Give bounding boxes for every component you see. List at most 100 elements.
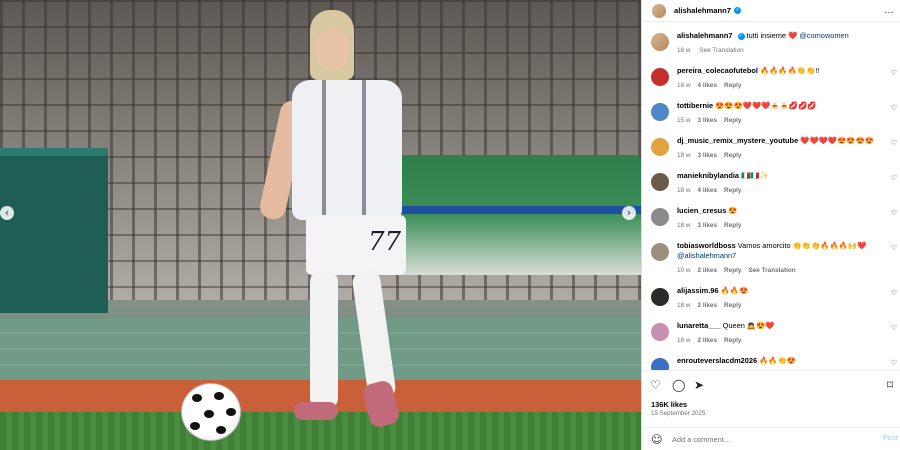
commenter-username[interactable]: tobiasworldboss <box>677 241 736 250</box>
comment-like-heart-icon[interactable]: ♡ <box>891 289 897 297</box>
commenter-username[interactable]: alijassim.96 <box>677 286 719 295</box>
see-translation-link[interactable]: See Translation <box>748 267 795 274</box>
comment-text: Queen 🙇😍❤️ <box>722 321 775 330</box>
comment-time: 18 w <box>677 222 691 229</box>
reply-button[interactable]: Reply <box>724 187 741 194</box>
comment-row: tobiasworldboss Vamos amorcito 👏👏👏🔥🔥🔥🙌❤️… <box>642 236 900 274</box>
comment-text: 🔥🔥👏😍 <box>759 356 796 365</box>
comment-row: manieknibylandia 🇮🇹🇮🇹✨ 18 w 4 likes Reply ♡ <box>642 166 900 201</box>
commenter-username[interactable]: lucien_cresus <box>677 206 726 215</box>
comment-row: dj_music_remix_mystere_youtube ❤️❤️❤️❤️😍… <box>642 131 900 166</box>
comment-like-heart-icon[interactable]: ♡ <box>891 244 897 252</box>
post-button[interactable]: Post <box>883 435 898 442</box>
commenter-avatar[interactable] <box>651 68 669 86</box>
comment-icon[interactable]: ◯ <box>672 378 685 392</box>
comment-text: Vamos amorcito 👏👏👏🔥🔥🔥🙌❤️ <box>737 241 867 250</box>
comment-likes[interactable]: 2 likes <box>698 267 718 274</box>
commenter-username[interactable]: pereira_colecaofutebol <box>677 66 758 75</box>
more-options-icon[interactable]: … <box>884 5 895 16</box>
comment-text: 😍 <box>728 206 738 215</box>
verified-icon: ✓ <box>733 7 741 14</box>
comment-row: tottibernie 😍😍😍❤️❤️❤️🍝🍝💋💋💋 15 w 3 likes Rep… <box>642 96 900 131</box>
comment-like-heart-icon[interactable]: ♡ <box>891 359 897 367</box>
caption-mention[interactable]: @comowomen <box>799 31 848 40</box>
caption-text: tutti insieme ❤️ <box>746 31 798 40</box>
reply-button[interactable]: Reply <box>724 82 741 89</box>
comment-time: 18 w <box>677 302 691 309</box>
comment-likes[interactable]: 3 likes <box>698 152 718 159</box>
caption-row: alishalehmann7 ✓ tutti insieme ❤️ @comow… <box>642 26 900 61</box>
comment-likes[interactable]: 3 likes <box>698 117 718 124</box>
comment-like-heart-icon[interactable]: ♡ <box>891 324 897 332</box>
commenter-avatar[interactable] <box>651 358 669 370</box>
commenter-avatar[interactable] <box>651 323 669 341</box>
comment-mention[interactable]: @alishalehmann7 <box>677 251 736 260</box>
reply-button[interactable]: Reply <box>724 337 741 344</box>
soccer-ball <box>181 383 241 441</box>
commenter-username[interactable]: manieknibylandia <box>677 171 739 180</box>
author-avatar[interactable] <box>651 33 669 51</box>
comment-likes[interactable]: 2 likes <box>698 337 718 344</box>
commenter-avatar[interactable] <box>651 243 669 261</box>
next-arrow-icon[interactable]: › <box>622 206 636 220</box>
emoji-icon[interactable]: ☺ <box>651 433 662 446</box>
commenter-avatar[interactable] <box>651 288 669 306</box>
commenter-avatar[interactable] <box>651 208 669 226</box>
commenter-avatar[interactable] <box>651 138 669 156</box>
reply-button[interactable]: Reply <box>724 152 741 159</box>
green-wall <box>0 148 108 313</box>
author-username[interactable]: alishalehmann7 <box>674 6 731 15</box>
comment-text: 😍😍😍❤️❤️❤️🍝🍝💋💋💋 <box>715 101 817 110</box>
add-comment-bar: ☺ Add a comment… Post <box>642 427 900 450</box>
comment-likes[interactable]: 3 likes <box>698 222 718 229</box>
bookmark-icon[interactable]: ⌑ <box>887 378 893 392</box>
post-photo: 77 ‹ › <box>0 0 641 450</box>
commenter-avatar[interactable] <box>651 173 669 191</box>
post-header: alishalehmann7 ✓ … <box>642 0 900 22</box>
prev-arrow-icon[interactable]: ‹ <box>0 206 14 220</box>
comment-text: 🔥🔥😍 <box>720 286 749 295</box>
commenter-username[interactable]: lunaretta___ <box>677 321 721 330</box>
comment-likes[interactable]: 4 likes <box>698 82 718 89</box>
reply-button[interactable]: Reply <box>724 267 741 274</box>
comment-like-heart-icon[interactable]: ♡ <box>891 209 897 217</box>
comment-row: enrouteverslacdm2026 🔥🔥👏😍 ♡ <box>642 351 900 370</box>
see-translation-link[interactable]: See Translation <box>699 47 743 54</box>
caption-time: 18 w <box>677 47 691 54</box>
comment-likes[interactable]: 4 likes <box>698 187 718 194</box>
comment-like-heart-icon[interactable]: ♡ <box>891 104 897 112</box>
author-avatar[interactable] <box>652 3 666 18</box>
comment-time: 18 w <box>677 187 691 194</box>
comment-row: pereira_colecaofutebol 🔥🔥🔥🔥👏👏!! 18 w 4 lik… <box>642 61 900 96</box>
comment-input[interactable]: Add a comment… <box>672 435 731 444</box>
share-icon[interactable]: ➤ <box>694 378 704 392</box>
comment-likes[interactable]: 2 likes <box>698 302 718 309</box>
comment-like-heart-icon[interactable]: ♡ <box>891 139 897 147</box>
post-date: 15 September 2025 <box>651 410 706 417</box>
comment-row: lunaretta___ Queen 🙇😍❤️ 18 w 2 likes Reply ♡ <box>642 316 900 351</box>
comment-time: 18 w <box>677 82 691 89</box>
verified-icon: ✓ <box>737 33 745 40</box>
player-figure: 77 <box>257 10 420 430</box>
reply-button[interactable]: Reply <box>724 222 741 229</box>
comment-time: 10 w <box>677 267 691 274</box>
post-side-panel: alishalehmann7 ✓ … alishalehmann7 ✓ tutt… <box>641 0 900 450</box>
commenter-username[interactable]: tottibernie <box>677 101 713 110</box>
commenter-avatar[interactable] <box>651 103 669 121</box>
reply-button[interactable]: Reply <box>724 302 741 309</box>
comment-text: 🔥🔥🔥🔥👏👏!! <box>759 66 820 75</box>
action-bar: ♡ ◯ ➤ ⌑ <box>642 370 900 398</box>
comment-text: 🇮🇹🇮🇹✨ <box>741 171 769 180</box>
caption-username[interactable]: alishalehmann7 <box>677 31 732 40</box>
commenter-username[interactable]: dj_music_remix_mystere_youtube <box>677 136 798 145</box>
likes-count[interactable]: 136K likes <box>651 400 687 409</box>
comment-like-heart-icon[interactable]: ♡ <box>891 174 897 182</box>
comment-time: 15 w <box>677 117 691 124</box>
stadium-banner <box>390 155 641 275</box>
like-heart-icon[interactable]: ♡ <box>650 378 661 392</box>
reply-button[interactable]: Reply <box>724 117 741 124</box>
comment-list[interactable]: alishalehmann7 ✓ tutti insieme ❤️ @comow… <box>642 26 900 370</box>
commenter-username[interactable]: enrouteverslacdm2026 <box>677 356 757 365</box>
comment-time: 18 w <box>677 337 691 344</box>
comment-like-heart-icon[interactable]: ♡ <box>891 69 897 77</box>
